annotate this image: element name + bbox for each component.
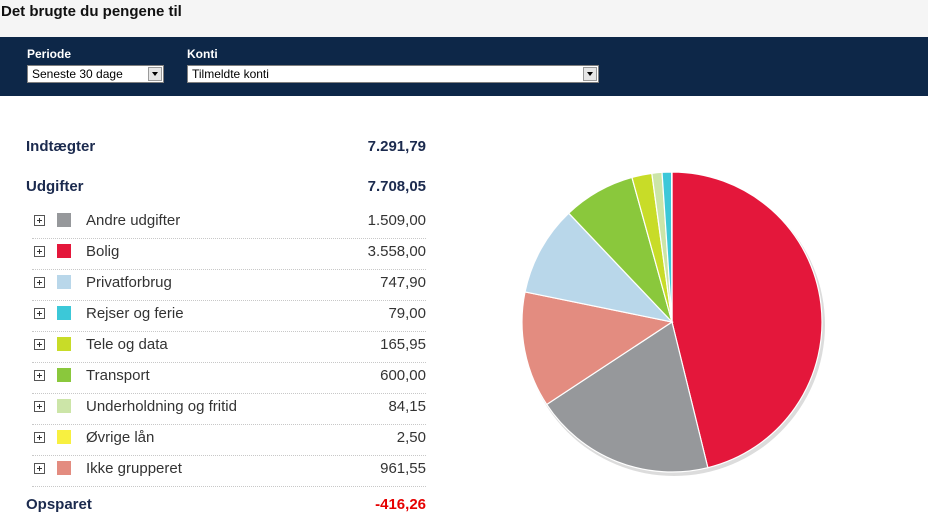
category-name: Andre udgifter <box>86 212 181 229</box>
category-amount: 600,00 <box>380 367 426 384</box>
category-name: Tele og data <box>86 336 168 353</box>
category-amount: 961,55 <box>380 460 426 477</box>
expand-plus-icon[interactable] <box>34 308 45 319</box>
category-name: Transport <box>86 367 150 384</box>
color-swatch <box>57 399 71 413</box>
income-value: 7.291,79 <box>367 138 426 155</box>
color-swatch <box>57 306 71 320</box>
chevron-down-icon[interactable] <box>583 67 597 81</box>
color-swatch <box>57 337 71 351</box>
category-row[interactable]: Tele og data 165,95 <box>32 331 426 363</box>
period-select[interactable]: Seneste 30 dage <box>27 65 164 83</box>
category-amount: 3.558,00 <box>367 243 426 260</box>
expand-plus-icon[interactable] <box>34 401 45 412</box>
expand-plus-icon[interactable] <box>34 370 45 381</box>
saved-value: -416,26 <box>375 496 426 513</box>
category-name: Rejser og ferie <box>86 305 184 322</box>
category-row[interactable]: Underholdning og fritid 84,15 <box>32 393 426 425</box>
category-name: Øvrige lån <box>86 429 155 446</box>
color-swatch <box>57 430 71 444</box>
color-swatch <box>57 244 71 258</box>
chevron-down-icon[interactable] <box>148 67 162 81</box>
expand-plus-icon[interactable] <box>34 277 45 288</box>
category-row[interactable]: Privatforbrug 747,90 <box>32 269 426 301</box>
expand-plus-icon[interactable] <box>34 463 45 474</box>
accounts-select-value: Tilmeldte konti <box>192 67 269 81</box>
expand-plus-icon[interactable] <box>34 339 45 350</box>
period-select-value: Seneste 30 dage <box>32 67 123 81</box>
category-amount: 165,95 <box>380 336 426 353</box>
expenses-row: Udgifter 7.708,05 <box>26 178 426 195</box>
category-amount: 79,00 <box>388 305 426 322</box>
category-row[interactable]: Andre udgifter 1.509,00 <box>32 207 426 239</box>
color-swatch <box>57 461 71 475</box>
expand-plus-icon[interactable] <box>34 432 45 443</box>
category-name: Bolig <box>86 243 120 260</box>
expenses-label: Udgifter <box>26 178 84 195</box>
period-label: Periode <box>27 47 72 61</box>
expand-plus-icon[interactable] <box>34 215 45 226</box>
income-label: Indtægter <box>26 138 96 155</box>
category-amount: 84,15 <box>388 398 426 415</box>
category-row[interactable]: Øvrige lån 2,50 <box>32 424 426 456</box>
category-amount: 1.509,00 <box>367 212 426 229</box>
expand-plus-icon[interactable] <box>34 246 45 257</box>
category-row[interactable]: Bolig 3.558,00 <box>32 238 426 270</box>
color-swatch <box>57 368 71 382</box>
saved-row: Opsparet -416,26 <box>26 496 426 513</box>
category-amount: 2,50 <box>396 429 426 446</box>
category-row[interactable]: Rejser og ferie 79,00 <box>32 300 426 332</box>
accounts-label: Konti <box>187 47 218 61</box>
accounts-select[interactable]: Tilmeldte konti <box>187 65 599 83</box>
color-swatch <box>57 213 71 227</box>
page-title: Det brugte du pengene til <box>1 3 182 20</box>
category-name: Privatforbrug <box>86 274 172 291</box>
title-bar: Det brugte du pengene til <box>0 0 928 37</box>
expenses-value: 7.708,05 <box>367 178 426 195</box>
saved-label: Opsparet <box>26 496 92 513</box>
filter-bar: Periode Seneste 30 dage Konti Tilmeldte … <box>0 37 928 96</box>
color-swatch <box>57 275 71 289</box>
category-name: Underholdning og fritid <box>86 398 237 415</box>
category-amount: 747,90 <box>380 274 426 291</box>
income-row: Indtægter 7.291,79 <box>26 138 426 155</box>
expense-pie-chart <box>521 171 825 476</box>
category-row[interactable]: Transport 600,00 <box>32 362 426 394</box>
category-row[interactable]: Ikke grupperet 961,55 <box>32 455 426 487</box>
category-name: Ikke grupperet <box>86 460 182 477</box>
